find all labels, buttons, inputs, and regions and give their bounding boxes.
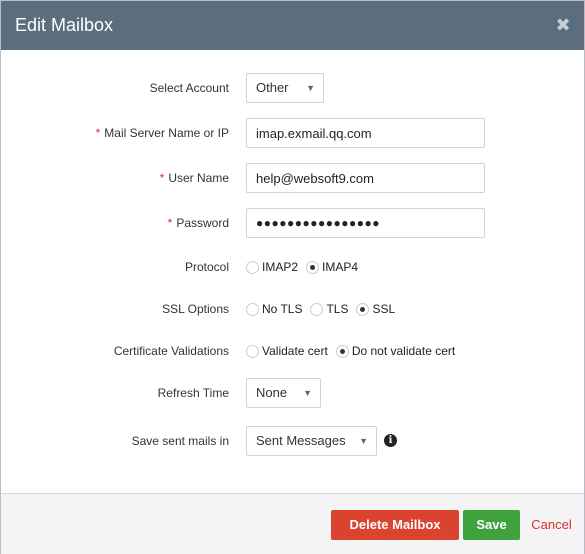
cert-radio-do-not-validate[interactable]: Do not validate cert: [335, 344, 456, 358]
sent-folder-label: Save sent mails in: [131, 434, 229, 448]
protocol-radio-imap4[interactable]: IMAP4: [306, 260, 358, 274]
radio-label: SSL: [372, 302, 396, 316]
radio-dot: [246, 344, 259, 358]
cert-radio-validate[interactable]: Validate cert: [246, 344, 328, 358]
cert-validation-label: Certificate Validations: [113, 344, 229, 358]
ssl-radio-tls[interactable]: TLS: [310, 302, 348, 316]
close-icon[interactable]: ✖: [554, 16, 572, 34]
radio-dot: [246, 302, 259, 316]
chevron-down-icon: ▼: [303, 388, 312, 398]
sent-folder-value: Sent Messages: [256, 433, 346, 448]
sent-folder-dropdown[interactable]: Sent Messages ▼: [246, 426, 377, 456]
refresh-time-value: None: [256, 385, 288, 400]
protocol-radio-imap2[interactable]: IMAP2: [246, 260, 298, 274]
delete-mailbox-button[interactable]: Delete Mailbox: [331, 510, 459, 540]
radio-label: Validate cert: [262, 344, 328, 358]
user-name-row: * User Name: [1, 163, 584, 193]
mail-server-input[interactable]: [246, 118, 485, 148]
refresh-time-dropdown[interactable]: None ▼: [246, 378, 321, 408]
mail-server-label: * Mail Server Name or IP: [95, 126, 229, 140]
refresh-time-row: Refresh Time None ▼: [1, 378, 584, 408]
radio-label: IMAP4: [322, 260, 359, 274]
ssl-options-row: SSL Options No TLS TLS SSL: [1, 294, 584, 324]
password-input[interactable]: [246, 208, 485, 238]
radio-dot: [246, 260, 259, 274]
radio-label: IMAP2: [262, 260, 299, 274]
radio-dot: [306, 260, 320, 274]
edit-mailbox-dialog: Edit Mailbox ✖ Select Account Other ▼ * M…: [0, 0, 585, 554]
required-marker: *: [167, 216, 173, 230]
protocol-radio-group: IMAP2 IMAP4: [246, 252, 366, 282]
radio-label: No TLS: [262, 302, 303, 316]
protocol-label: Protocol: [184, 260, 229, 274]
mail-server-row: * Mail Server Name or IP: [1, 118, 584, 148]
sent-folder-row: Save sent mails in Sent Messages ▼ i: [1, 426, 584, 456]
radio-dot: [335, 344, 349, 358]
save-button[interactable]: Save: [463, 510, 520, 540]
dialog-footer: Delete Mailbox Save Cancel: [1, 493, 584, 554]
cert-validation-row: Certificate Validations Validate cert Do…: [1, 336, 584, 366]
required-marker: *: [159, 171, 165, 185]
cert-radio-group: Validate cert Do not validate cert: [246, 336, 463, 366]
radio-dot: [356, 302, 370, 316]
ssl-radio-group: No TLS TLS SSL: [246, 294, 403, 324]
user-name-label: * User Name: [159, 171, 229, 185]
chevron-down-icon: ▼: [306, 83, 315, 93]
radio-label: TLS: [326, 302, 349, 316]
user-name-input[interactable]: [246, 163, 485, 193]
dialog-header: Edit Mailbox ✖: [1, 1, 584, 50]
password-row: * Password: [1, 208, 584, 238]
ssl-radio-ssl[interactable]: SSL: [356, 302, 395, 316]
password-label: * Password: [167, 216, 229, 230]
ssl-options-label: SSL Options: [162, 302, 229, 316]
radio-dot: [310, 302, 324, 316]
dialog-title: Edit Mailbox: [15, 15, 114, 35]
info-icon[interactable]: i: [384, 434, 397, 447]
required-marker: *: [95, 126, 101, 140]
select-account-row: Select Account Other ▼: [1, 73, 584, 103]
protocol-row: Protocol IMAP2 IMAP4: [1, 252, 584, 282]
select-account-label: Select Account: [149, 81, 229, 95]
ssl-radio-no-tls[interactable]: No TLS: [246, 302, 302, 316]
chevron-down-icon: ▼: [359, 436, 368, 446]
select-account-dropdown[interactable]: Other ▼: [246, 73, 324, 103]
refresh-time-label: Refresh Time: [157, 386, 229, 400]
radio-label: Do not validate cert: [351, 344, 456, 358]
select-account-value: Other: [256, 80, 289, 95]
cancel-button[interactable]: Cancel: [528, 510, 575, 540]
